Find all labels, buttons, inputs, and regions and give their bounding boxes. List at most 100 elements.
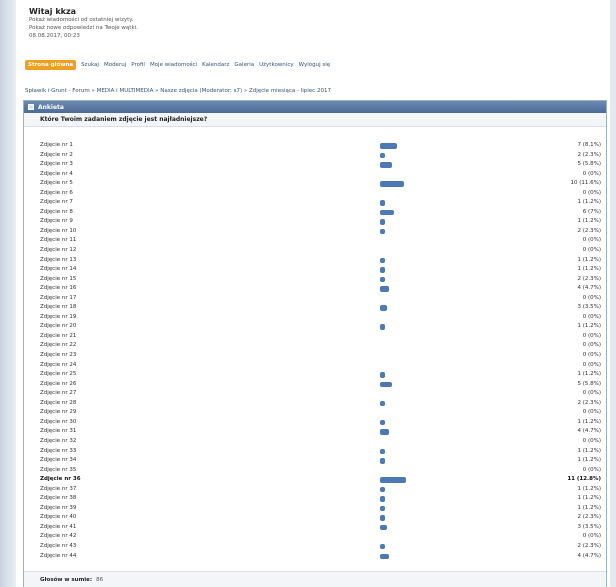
poll-option-label: Zdjęcie nr 39	[40, 504, 77, 511]
poll-option-row: Zdjęcie nr 8 6 (7%)	[24, 208, 606, 218]
poll-option-result: 0 (0%)	[582, 237, 601, 244]
poll-option-row: Zdjęcie nr 7 1 (1.2%)	[24, 198, 606, 208]
page-scrollbar[interactable]	[610, 0, 616, 587]
poll-option-result: 1 (1.2%)	[577, 371, 601, 378]
poll-option-result: 0 (0%)	[582, 466, 601, 473]
poll-option-result: 1 (1.2%)	[577, 485, 601, 492]
poll-option-row: Zdjęcie nr 44 4 (4.7%)	[24, 552, 606, 562]
poll-option-label: Zdjęcie nr 8	[40, 208, 73, 215]
poll-option-bar	[380, 143, 397, 149]
poll-option-label: Zdjęcie nr 16	[40, 285, 77, 292]
nav-profile[interactable]: Profil	[131, 62, 145, 68]
poll-option-result: 0 (0%)	[582, 313, 601, 320]
poll-option-result: 1 (1.2%)	[577, 199, 601, 206]
show-unread-link[interactable]: Pokaż wiadomości od ostatniej wizyty.	[29, 16, 138, 24]
poll-option-label: Zdjęcie nr 29	[40, 409, 77, 416]
poll-option-row: Zdjęcie nr 27 0 (0%)	[24, 389, 606, 399]
poll-option-label: Zdjęcie nr 13	[40, 256, 77, 263]
poll-option-result: 1 (1.2%)	[577, 504, 601, 511]
poll-option-row: Zdjęcie nr 43 2 (2.3%)	[24, 542, 606, 552]
poll-option-bar	[380, 305, 387, 311]
poll-option-label: Zdjęcie nr 6	[40, 189, 73, 196]
poll-option-result: 2 (2.3%)	[577, 227, 601, 234]
poll-option-label: Zdjęcie nr 28	[40, 399, 77, 406]
poll-option-row: Zdjęcie nr 40 2 (2.3%)	[24, 513, 606, 523]
poll-option-label: Zdjęcie nr 12	[40, 247, 77, 254]
poll-option-bar	[380, 200, 385, 206]
poll-option-label: Zdjęcie nr 2	[40, 151, 73, 158]
poll-option-label: Zdjęcie nr 44	[40, 552, 77, 559]
poll-option-label: Zdjęcie nr 14	[40, 266, 77, 273]
poll-option-result: 0 (0%)	[582, 409, 601, 416]
total-votes-value: 86	[96, 576, 104, 583]
poll-option-label: Zdjęcie nr 15	[40, 275, 77, 282]
nav-moderate[interactable]: Moderuj	[104, 62, 126, 68]
poll-option-label: Zdjęcie nr 7	[40, 199, 73, 206]
poll-option-result: 0 (0%)	[582, 342, 601, 349]
poll-option-result: 3 (3.5%)	[577, 523, 601, 530]
poll-option-row: Zdjęcie nr 6 0 (0%)	[24, 189, 606, 199]
poll-option-bar	[380, 448, 385, 454]
poll-option-label: Zdjęcie nr 20	[40, 323, 77, 330]
poll-option-row: Zdjęcie nr 1 7 (8.1%)	[24, 141, 606, 151]
poll-option-row: Zdjęcie nr 20 1 (1.2%)	[24, 322, 606, 332]
poll-question: Które Twoim zadaniem zdjęcie jest najład…	[24, 113, 606, 127]
poll-option-row: Zdjęcie nr 18 3 (3.5%)	[24, 303, 606, 313]
breadcrumb[interactable]: Spławik i Grunt - Forum » MEDIA i MULTIM…	[25, 88, 331, 94]
poll-panel-title: Ankieta	[38, 103, 64, 111]
poll-option-row: Zdjęcie nr 3 5 (5.8%)	[24, 160, 606, 170]
poll-option-label: Zdjęcie nr 41	[40, 523, 77, 530]
poll-option-result: 1 (1.2%)	[577, 457, 601, 464]
poll-option-row: Zdjęcie nr 41 3 (3.5%)	[24, 523, 606, 533]
poll-option-bar	[380, 162, 392, 168]
poll-option-bar	[380, 219, 385, 225]
poll-option-row: Zdjęcie nr 32 0 (0%)	[24, 437, 606, 447]
poll-option-bar	[380, 486, 385, 493]
nav-calendar[interactable]: Kalendarz	[202, 62, 229, 68]
poll-option-label: Zdjęcie nr 21	[40, 332, 77, 339]
show-replies-link[interactable]: Pokaż nowe odpowiedzi na Twoje wątki.	[29, 24, 138, 32]
poll-option-result: 5 (5.8%)	[577, 161, 601, 168]
nav-logout[interactable]: Wyloguj się	[299, 62, 331, 68]
poll-option-result: 1 (1.2%)	[577, 323, 601, 330]
poll-option-bar	[380, 267, 385, 273]
poll-option-bar	[380, 286, 389, 292]
poll-option-bar	[380, 458, 385, 464]
poll-option-result: 2 (2.3%)	[577, 151, 601, 158]
poll-option-label: Zdjęcie nr 1	[40, 142, 73, 148]
poll-option-bar	[380, 429, 389, 435]
poll-option-result: 4 (4.7%)	[577, 552, 601, 559]
poll-option-result: 0 (0%)	[582, 170, 601, 177]
poll-option-result: 0 (0%)	[582, 294, 601, 301]
poll-option-label: Zdjęcie nr 19	[40, 313, 77, 320]
poll-option-label: Zdjęcie nr 36	[40, 476, 81, 483]
poll-option-bar	[380, 372, 385, 378]
poll-options-list: Zdjęcie nr 1 7 (8.1%) Zdjęcie nr 2 2 (2.3%)…	[24, 141, 606, 561]
nav-search[interactable]: Szukaj	[81, 62, 99, 68]
poll-option-row: Zdjęcie nr 33 1 (1.2%)	[24, 447, 606, 457]
poll-option-label: Zdjęcie nr 9	[40, 218, 73, 225]
poll-option-row: Zdjęcie nr 24 0 (0%)	[24, 361, 606, 371]
poll-option-row: Zdjęcie nr 29 0 (0%)	[24, 408, 606, 418]
poll-option-result: 4 (4.7%)	[577, 285, 601, 292]
nav-members[interactable]: Użytkownicy	[259, 62, 293, 68]
poll-option-bar	[380, 228, 385, 235]
poll-option-row: Zdjęcie nr 9 1 (1.2%)	[24, 217, 606, 227]
poll-option-row: Zdjęcie nr 28 2 (2.3%)	[24, 399, 606, 409]
poll-option-result: 1 (1.2%)	[577, 218, 601, 225]
poll-option-label: Zdjęcie nr 11	[40, 237, 77, 244]
poll-option-bar	[380, 419, 385, 426]
poll-option-label: Zdjęcie nr 33	[40, 447, 77, 454]
poll-option-row: Zdjęcie nr 16 4 (4.7%)	[24, 284, 606, 294]
poll-option-result: 0 (0%)	[582, 390, 601, 397]
poll-option-result: 0 (0%)	[582, 361, 601, 368]
poll-option-result: 1 (1.2%)	[577, 418, 601, 425]
nav-home[interactable]: Strona główna	[25, 60, 77, 70]
poll-option-result: 1 (1.2%)	[577, 447, 601, 454]
poll-option-label: Zdjęcie nr 38	[40, 495, 77, 502]
poll-option-result: 0 (0%)	[582, 437, 601, 444]
nav-gallery[interactable]: Galeria	[234, 62, 254, 68]
nav-messages[interactable]: Moje wiadomości	[150, 62, 197, 68]
poll-option-row: Zdjęcie nr 38 1 (1.2%)	[24, 494, 606, 504]
poll-option-row: Zdjęcie nr 2 2 (2.3%)	[24, 151, 606, 161]
